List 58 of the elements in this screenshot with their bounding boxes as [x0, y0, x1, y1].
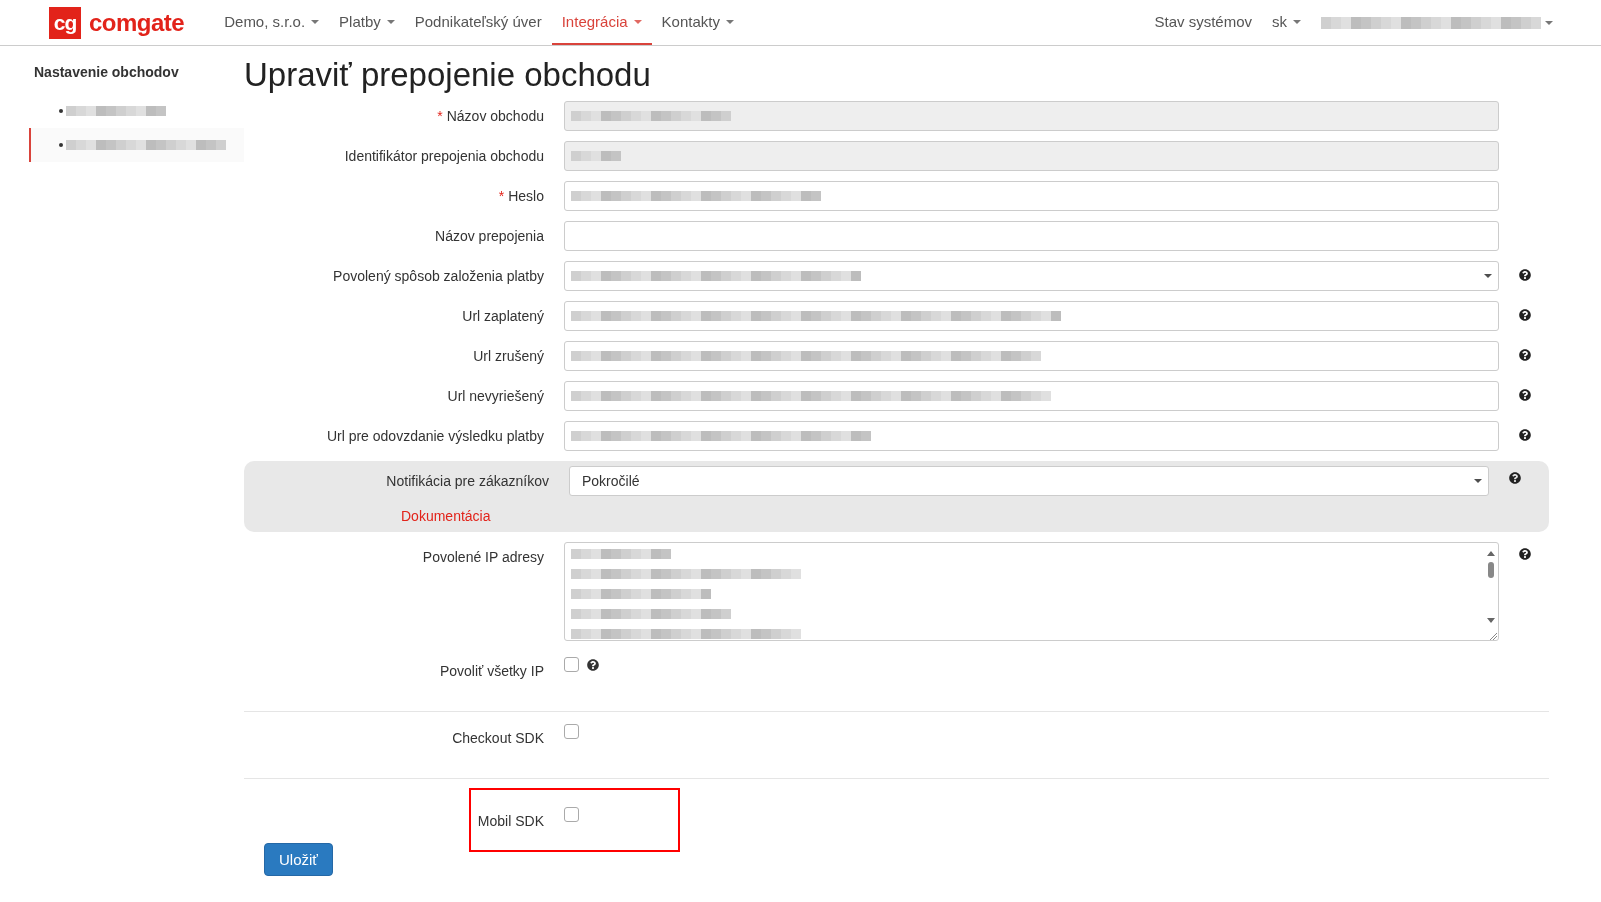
caret-icon	[1293, 19, 1301, 24]
caret-icon	[725, 19, 734, 24]
caret-icon	[1474, 479, 1482, 483]
select-field[interactable]	[564, 261, 1499, 291]
input-field[interactable]	[564, 181, 1499, 211]
field-label: * Názov obchodu	[436, 107, 544, 124]
field-label: * Heslo	[497, 187, 544, 204]
field-label: Checkout SDK	[451, 729, 544, 746]
field-label: Url zrušený	[472, 347, 544, 364]
documentation-link[interactable]: Dokumentácia	[401, 508, 491, 524]
nav-item[interactable]: Stav systémov	[1144, 0, 1262, 45]
caret-icon	[1484, 274, 1492, 278]
bullet-icon	[59, 109, 63, 113]
sidebar-item[interactable]	[29, 128, 244, 162]
field-label: Názov prepojenia	[434, 227, 544, 244]
help-icon[interactable]	[1519, 548, 1531, 560]
caret-icon	[633, 19, 642, 24]
field-label: Notifikácia pre zákazníkov	[385, 472, 549, 489]
input-field[interactable]	[564, 341, 1499, 371]
field-label: Url zaplatený	[461, 307, 544, 324]
input-field[interactable]	[564, 301, 1499, 331]
field-label: Povoliť všetky IP	[438, 662, 544, 679]
field-label: Mobil SDK	[476, 812, 544, 829]
caret-icon	[386, 19, 395, 24]
textarea-field[interactable]	[564, 542, 1499, 641]
help-icon[interactable]	[587, 658, 599, 671]
logo-name[interactable]: comgate	[89, 8, 185, 37]
select-field[interactable]: Pokročilé	[569, 466, 1489, 496]
nav-item[interactable]: Integrácia	[551, 0, 652, 45]
logo-mark[interactable]: cg	[49, 6, 81, 39]
input-field[interactable]	[564, 381, 1499, 411]
caret-icon	[1545, 20, 1553, 25]
nav-item[interactable]: Kontakty	[651, 0, 744, 45]
nav-item[interactable]: Platby	[329, 0, 405, 45]
input-field[interactable]	[564, 221, 1499, 251]
field-label: Identifikátor prepojenia obchodu	[343, 147, 544, 164]
field-label: Url pre odovzdanie výsledku platby	[325, 427, 544, 444]
input-field[interactable]	[564, 421, 1499, 451]
help-icon[interactable]	[1519, 309, 1531, 321]
help-icon[interactable]	[1519, 349, 1531, 361]
nav-item[interactable]: sk	[1262, 0, 1311, 45]
help-icon[interactable]	[1519, 429, 1531, 441]
field-label: Povolený spôsob založenia platby	[332, 267, 544, 284]
bullet-icon	[59, 143, 63, 147]
sidebar-title: Nastavenie obchodov	[33, 64, 180, 80]
page-title: Upraviť prepojenie obchodu	[244, 56, 652, 94]
save-button[interactable]: Uložiť	[264, 843, 333, 876]
nav-item[interactable]: Demo, s.r.o.	[214, 0, 330, 45]
field-label: Url nevyriešený	[446, 387, 544, 404]
checkbox[interactable]	[564, 657, 579, 672]
checkbox[interactable]	[564, 807, 579, 822]
caret-icon	[311, 19, 320, 24]
help-icon[interactable]	[1509, 472, 1521, 484]
field-label: Povolené IP adresy	[421, 548, 544, 565]
nav-item[interactable]: Podnikateľský úver	[404, 0, 552, 45]
checkbox[interactable]	[564, 724, 579, 739]
help-icon[interactable]	[1519, 389, 1531, 401]
help-icon[interactable]	[1519, 269, 1531, 281]
